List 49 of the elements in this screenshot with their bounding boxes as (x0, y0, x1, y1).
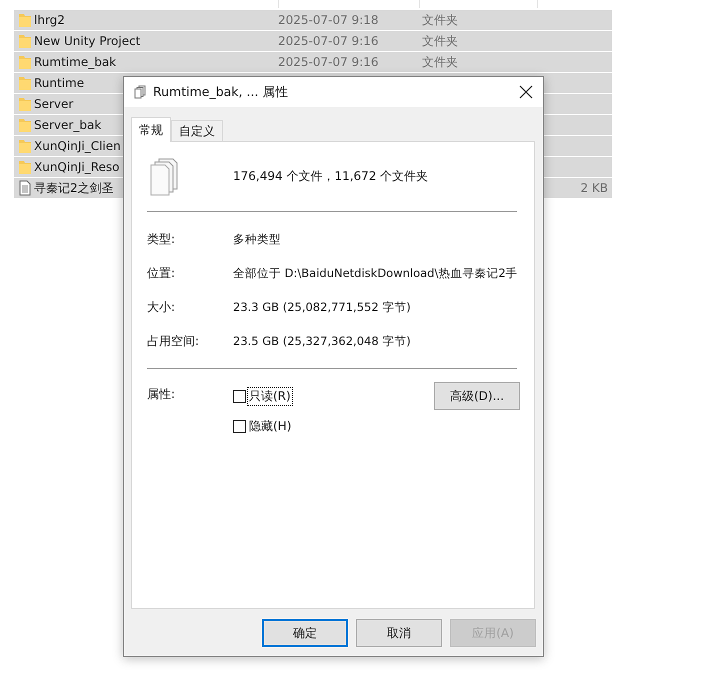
attributes-label: 属性: (147, 386, 176, 403)
checkbox[interactable] (233, 390, 246, 402)
file-date: 2025-07-07 9:18 (278, 13, 378, 27)
property-label: 大小: (147, 298, 176, 316)
file-name: Rumtime_bak (34, 55, 116, 69)
folder-icon (18, 33, 32, 49)
folder-icon (18, 54, 32, 70)
file-date: 2025-07-07 9:16 (278, 34, 378, 48)
folder-icon (18, 96, 32, 112)
property-value: 23.5 GB (25,327,362,048 字节) (233, 334, 411, 348)
file-row[interactable]: lhrg2 2025-07-07 9:18 文件夹 (14, 10, 612, 31)
file-name: 寻秦记2之剑圣 (34, 180, 114, 196)
folder-icon (18, 117, 32, 133)
file-name: XunQinJi_Clien (34, 139, 121, 153)
checkbox[interactable] (233, 420, 246, 432)
folder-icon (18, 159, 32, 175)
dialog-button[interactable]: 确定 (262, 619, 348, 647)
property-value: 全部位于 D:\BaiduNetdiskDownload\热血寻秦记2手 (233, 266, 518, 280)
folder-icon (18, 138, 32, 154)
advanced-button[interactable]: 高级(D)... (434, 382, 520, 410)
file-name: XunQinJi_Reso (34, 160, 120, 174)
file-name: Server_bak (34, 118, 102, 132)
folder-icon (18, 75, 32, 91)
file-row[interactable]: New Unity Project 2025-07-07 9:16 文件夹 (14, 31, 612, 52)
file-row[interactable]: Rumtime_bak 2025-07-07 9:16 文件夹 (14, 52, 612, 73)
file-date: 2025-07-07 9:16 (278, 55, 378, 69)
file-count-text: 176,494 个文件，11,672 个文件夹 (233, 168, 428, 185)
property-label: 位置: (147, 264, 176, 282)
checkbox-label[interactable]: 只读(R) (248, 388, 292, 404)
close-icon[interactable] (519, 85, 533, 99)
documents-icon (134, 85, 147, 99)
folder-icon (18, 12, 32, 28)
file-name: Server (34, 97, 74, 111)
property-label: 类型: (147, 230, 176, 248)
window-title: Rumtime_bak, ... 属性 (153, 84, 288, 100)
property-label: 占用空间: (147, 332, 200, 350)
file-name: Runtime (34, 76, 84, 90)
property-value: 多种类型 (233, 232, 281, 246)
file-name: lhrg2 (34, 13, 65, 27)
property-value: 23.3 GB (25,082,771,552 字节) (233, 300, 411, 314)
file-type: 文件夹 (422, 12, 458, 28)
dialog-button[interactable]: 取消 (356, 619, 442, 647)
file-size: 2 KB (580, 181, 608, 195)
tab[interactable]: 自定义 (171, 120, 223, 141)
file-type: 文件夹 (422, 32, 458, 50)
checkbox-label[interactable]: 隐藏(H) (248, 418, 292, 434)
tab[interactable]: 常规 (131, 117, 171, 142)
file-type: 文件夹 (422, 54, 458, 70)
file-name: New Unity Project (34, 34, 140, 48)
